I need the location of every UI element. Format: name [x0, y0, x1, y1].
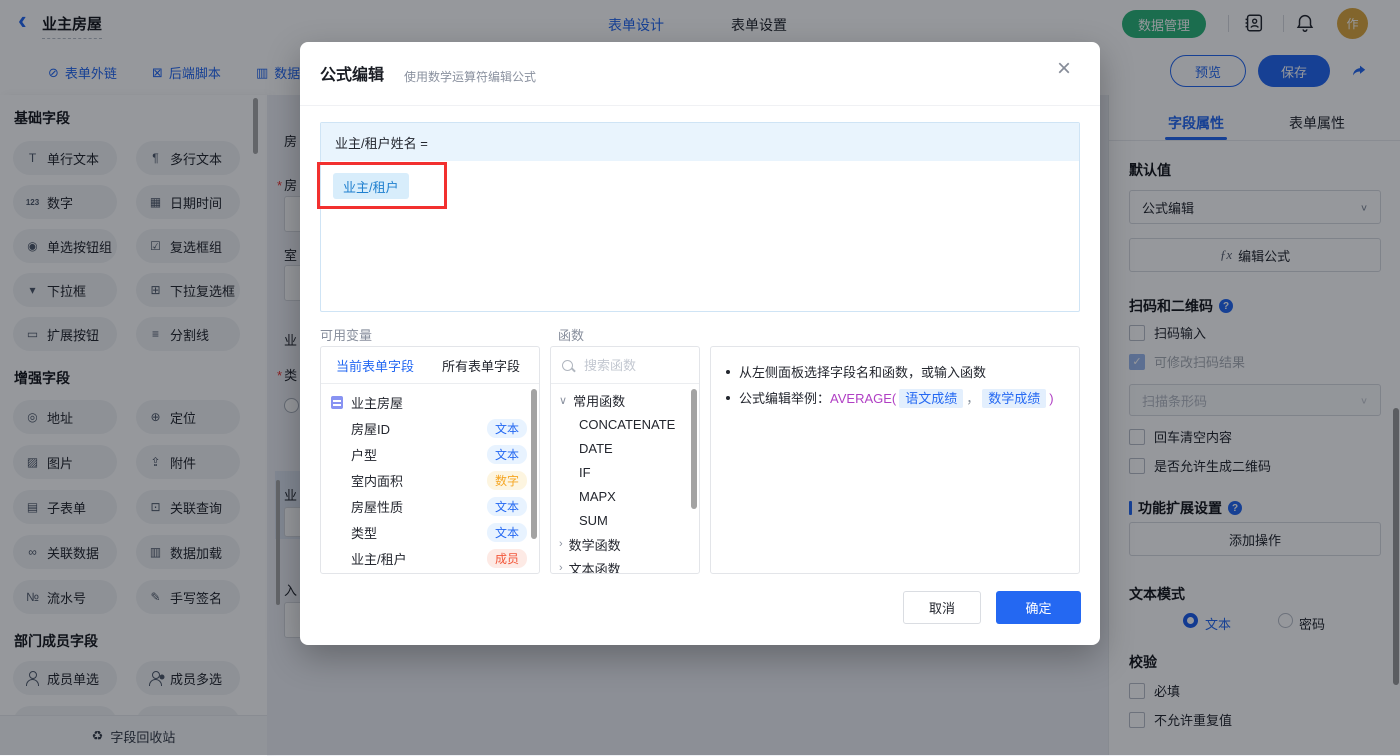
modal-subtitle: 使用数学运算符编辑公式 — [404, 70, 537, 84]
type-tag: 文本 — [486, 522, 527, 542]
example-arg-tag: 语文成绩 — [899, 389, 964, 408]
function-group-common[interactable]: ∨ 常用函数 — [551, 388, 699, 412]
search-icon — [562, 359, 573, 371]
variable-row[interactable]: 房屋性质 文本 — [321, 493, 539, 519]
function-item[interactable]: MAPX — [551, 484, 699, 508]
type-tag: 文本 — [486, 418, 527, 438]
variable-row[interactable]: 房屋ID 文本 — [321, 415, 539, 441]
group-label: 文本函数 — [568, 561, 621, 574]
tip-prefix: 公式编辑举例： — [739, 391, 831, 406]
bullet-dot — [726, 396, 730, 400]
formula-edit-modal: 公式编辑 使用数学运算符编辑公式 × 业主/租户姓名 = 业主/租户 可用变量 … — [300, 42, 1100, 645]
functions-label: 函数 — [558, 328, 585, 343]
function-item[interactable]: CONCATENATE — [551, 412, 699, 436]
help-tip-1: 从左侧面板选择字段名和函数，或输入函数 — [726, 360, 1064, 386]
formula-target: 业主/租户姓名 = — [335, 135, 428, 151]
root-label: 业主房屋 — [351, 395, 404, 411]
chevron-right-icon: › — [559, 538, 563, 550]
group-label: 常用函数 — [573, 393, 626, 409]
variables-tabs: 当前表单字段 所有表单字段 — [321, 347, 539, 384]
group-label: 数学函数 — [568, 537, 621, 553]
function-item[interactable]: SUM — [551, 508, 699, 532]
formula-target-bar: 业主/租户姓名 = — [321, 123, 1079, 161]
variable-name: 户型 — [351, 447, 378, 463]
function-item[interactable]: IF — [551, 460, 699, 484]
confirm-button[interactable]: 确定 — [996, 591, 1081, 624]
cancel-button[interactable]: 取消 — [903, 591, 981, 624]
variable-row[interactable]: 业主/租户 成员 — [321, 545, 539, 571]
tab-all-form-fields[interactable]: 所有表单字段 — [442, 356, 520, 375]
variable-row[interactable]: 室内面积 数字 — [321, 467, 539, 493]
chevron-open-icon: ∨ — [559, 394, 568, 407]
divider — [300, 105, 1100, 106]
formula-editor[interactable]: 业主/租户姓名 = 业主/租户 — [320, 122, 1080, 312]
example-arg-tag: 数学成绩 — [982, 389, 1047, 408]
variables-scrollbar[interactable] — [531, 389, 537, 539]
function-search[interactable] — [551, 347, 699, 384]
functions-scrollbar[interactable] — [691, 389, 697, 509]
modal-title: 公式编辑 — [320, 67, 385, 84]
variable-name: 类型 — [351, 525, 378, 541]
type-tag: 数字 — [486, 470, 527, 490]
type-tag: 成员 — [486, 548, 527, 568]
help-panel: 从左侧面板选择字段名和函数，或输入函数 公式编辑举例：AVERAGE(语文成绩，… — [710, 346, 1080, 574]
variable-row[interactable]: 户型 文本 — [321, 441, 539, 467]
variable-name: 房屋性质 — [351, 499, 404, 515]
annotation-highlight-box — [317, 162, 447, 209]
example-comma: ， — [966, 391, 980, 406]
variable-row[interactable]: 类型 文本 — [321, 519, 539, 545]
form-doc-icon — [331, 395, 343, 409]
example-function-open: AVERAGE( — [830, 391, 897, 406]
variables-panel: 当前表单字段 所有表单字段 业主房屋 房屋ID 文本 户型 文本 室内面积 数字 房屋… — [320, 346, 540, 574]
bullet-dot — [726, 370, 730, 374]
close-icon[interactable]: × — [1057, 57, 1071, 81]
function-item[interactable]: DATE — [551, 436, 699, 460]
chevron-right-icon: › — [559, 562, 563, 574]
variables-label: 可用变量 — [320, 328, 373, 343]
variable-name: 室内面积 — [351, 473, 404, 489]
help-tip-2: 公式编辑举例：AVERAGE(语文成绩，数学成绩) — [726, 386, 1064, 412]
functions-panel: ∨ 常用函数 CONCATENATE DATE IF MAPX SUM › 数学函数… — [550, 346, 700, 574]
type-tag: 文本 — [486, 496, 527, 516]
example-function-close: ) — [1049, 391, 1054, 406]
tab-current-form-fields[interactable]: 当前表单字段 — [336, 356, 414, 375]
function-search-input[interactable] — [582, 356, 681, 374]
type-tag: 文本 — [486, 444, 527, 464]
variables-root-node[interactable]: 业主房屋 — [321, 389, 539, 415]
tip-text: 从左侧面板选择字段名和函数，或输入函数 — [739, 365, 987, 380]
variable-name: 房屋ID — [351, 421, 391, 437]
app-root: ‹ 业主房屋 表单设计 表单设置 数据管理 作 ⊘ 表单外链 ⊠ 后端脚本 ▥ … — [0, 0, 1400, 756]
function-group-math[interactable]: › 数学函数 — [551, 532, 699, 556]
function-group-text[interactable]: › 文本函数 — [551, 556, 699, 574]
variable-name: 业主/租户 — [351, 551, 407, 567]
